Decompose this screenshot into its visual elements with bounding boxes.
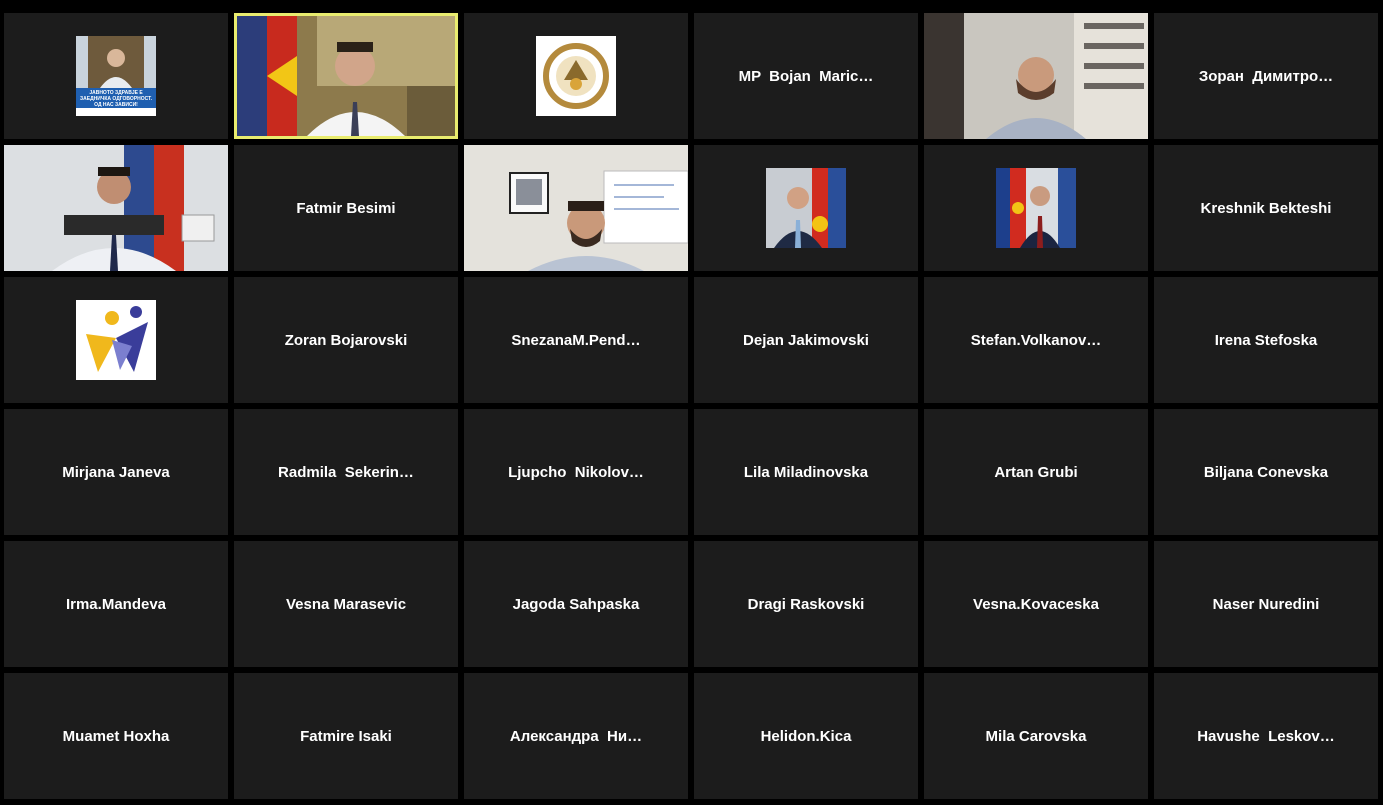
participant-tile-video[interactable] xyxy=(924,13,1148,139)
participant-tile[interactable]: Biljana Conevska xyxy=(1154,409,1378,535)
participant-tile[interactable]: Mila Carovska xyxy=(924,673,1148,799)
video-feed xyxy=(4,145,228,271)
participant-name: Naser Nuredini xyxy=(1212,595,1320,613)
participant-name: Зоран Димитро… xyxy=(1198,67,1334,85)
participant-name: Fatmire Isaki xyxy=(300,727,392,745)
participant-name: Fatmir Besimi xyxy=(296,199,396,217)
participant-tile[interactable]: Зоран Димитро… xyxy=(1154,13,1378,139)
participant-tile[interactable]: Zoran Bojarovski xyxy=(234,277,458,403)
profile-picture-poster: ЈАВНОТО ЗДРАВЈЕ Е ЗАЕДНИЧКА ОДГОВОРНОСТ.… xyxy=(76,36,156,116)
participant-tile[interactable]: Ljupcho Nikolov… xyxy=(464,409,688,535)
participant-tile[interactable]: Havushe Leskov… xyxy=(1154,673,1378,799)
participant-name: Jagoda Sahpaska xyxy=(512,595,640,613)
participant-name: Havushe Leskov… xyxy=(1197,727,1335,745)
participant-name: Александра Ни… xyxy=(509,727,643,745)
participant-tile[interactable]: Mirjana Janeva xyxy=(4,409,228,535)
participant-tile[interactable]: Naser Nuredini xyxy=(1154,541,1378,667)
participant-name: SnezanaM.Pend… xyxy=(511,331,641,349)
participant-tile[interactable]: Vesna.Kovaceska xyxy=(924,541,1148,667)
participant-tile-photo[interactable] xyxy=(694,145,918,271)
participant-tile[interactable]: Stefan.Volkanov… xyxy=(924,277,1148,403)
participant-name: Dejan Jakimovski xyxy=(743,331,869,349)
participant-name: MP Bojan Maric… xyxy=(738,67,874,85)
participant-tile[interactable]: Fatmire Isaki xyxy=(234,673,458,799)
participant-name: Biljana Conevska xyxy=(1203,463,1329,481)
participant-tile[interactable]: Irma.Mandeva xyxy=(4,541,228,667)
participant-name: Helidon.Kica xyxy=(760,727,852,745)
profile-picture xyxy=(996,168,1076,248)
participant-tile-logo[interactable] xyxy=(4,277,228,403)
participant-tile[interactable]: Dragi Raskovski xyxy=(694,541,918,667)
participant-name: Irena Stefoska xyxy=(1214,331,1318,349)
participant-tile-poster[interactable]: ЈАВНОТО ЗДРАВЈЕ Е ЗАЕДНИЧКА ОДГОВОРНОСТ.… xyxy=(4,13,228,139)
participant-name: Zoran Bojarovski xyxy=(284,331,408,349)
participant-name: Ljupcho Nikolov… xyxy=(508,463,644,481)
participant-name: Mirjana Janeva xyxy=(62,463,170,481)
participant-tile[interactable]: Jagoda Sahpaska xyxy=(464,541,688,667)
participant-tile[interactable]: Vesna Marasevic xyxy=(234,541,458,667)
participant-name: Vesna Marasevic xyxy=(285,595,407,613)
participant-tile[interactable]: Irena Stefoska xyxy=(1154,277,1378,403)
participant-name: Dragi Raskovski xyxy=(747,595,865,613)
video-feed xyxy=(464,145,688,271)
participant-tile[interactable]: Fatmir Besimi xyxy=(234,145,458,271)
participant-tile[interactable]: Lila Miladinovska xyxy=(694,409,918,535)
participant-name: Stefan.Volkanov… xyxy=(970,331,1102,349)
participant-tile[interactable]: Dejan Jakimovski xyxy=(694,277,918,403)
participant-tile[interactable]: Kreshnik Bekteshi xyxy=(1154,145,1378,271)
participant-tile[interactable]: Muamet Hoxha xyxy=(4,673,228,799)
participant-tile-video[interactable] xyxy=(464,145,688,271)
video-feed xyxy=(924,13,1148,139)
participant-name: Muamet Hoxha xyxy=(62,727,170,745)
participant-name: Radmila Sekerin… xyxy=(278,463,414,481)
participant-gallery: ЈАВНОТО ЗДРАВЈЕ Е ЗАЕДНИЧКА ОДГОВОРНОСТ.… xyxy=(4,13,1378,799)
participant-name: Mila Carovska xyxy=(985,727,1087,745)
participant-tile[interactable]: MP Bojan Maric… xyxy=(694,13,918,139)
participant-name: Kreshnik Bekteshi xyxy=(1200,199,1332,217)
participant-tile[interactable]: SnezanaM.Pend… xyxy=(464,277,688,403)
participant-name: Irma.Mandeva xyxy=(65,595,167,613)
participant-tile[interactable]: Artan Grubi xyxy=(924,409,1148,535)
coat-of-arms-icon xyxy=(536,36,616,116)
poster-caption: ЈАВНОТО ЗДРАВЈЕ Е ЗАЕДНИЧКА ОДГОВОРНОСТ.… xyxy=(79,90,153,108)
participant-tile[interactable]: Александра Ни… xyxy=(464,673,688,799)
participant-tile[interactable]: Helidon.Kica xyxy=(694,673,918,799)
star-logo-icon xyxy=(76,300,156,380)
participant-name: Vesna.Kovaceska xyxy=(973,595,1099,613)
participant-tile[interactable]: Radmila Sekerin… xyxy=(234,409,458,535)
participant-tile-coat-of-arms[interactable] xyxy=(464,13,688,139)
video-feed-active-speaker xyxy=(237,16,455,136)
participant-tile-photo[interactable] xyxy=(924,145,1148,271)
participant-name: Lila Miladinovska xyxy=(743,463,869,481)
participant-tile-active-speaker[interactable] xyxy=(234,13,458,139)
participant-name: Artan Grubi xyxy=(994,463,1078,481)
profile-picture xyxy=(766,168,846,248)
participant-tile-video[interactable] xyxy=(4,145,228,271)
